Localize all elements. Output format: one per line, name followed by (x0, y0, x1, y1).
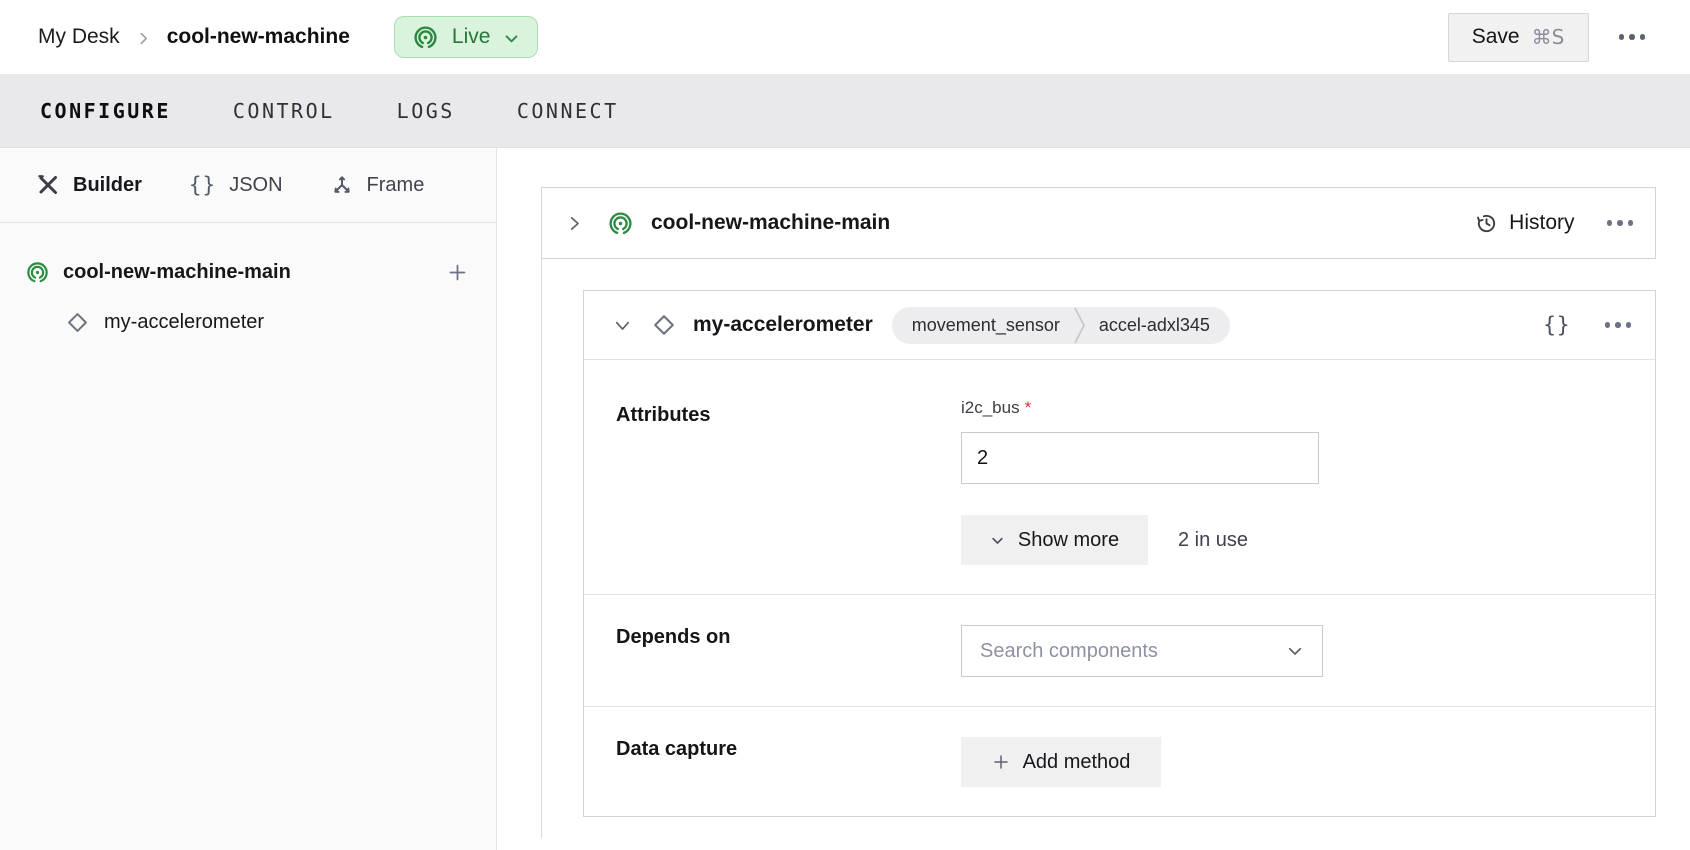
attributes-section: Attributes i2c_bus* Show more 2 in use (584, 359, 1655, 594)
configure-sidebar: Builder {} JSON Frame (0, 148, 497, 850)
component-type-model-tag: movement_sensor accel-adxl345 (892, 307, 1230, 344)
tree-item-label: my-accelerometer (104, 311, 264, 334)
chevron-down-icon (503, 30, 520, 47)
add-component-button[interactable] (447, 262, 468, 283)
required-marker: * (1025, 398, 1032, 417)
breadcrumb-parent-link[interactable]: My Desk (38, 25, 120, 49)
chevron-down-icon (1286, 642, 1304, 660)
component-card: my-accelerometer movement_sensor accel-a… (583, 290, 1656, 817)
component-menu-button[interactable] (1605, 322, 1632, 328)
breadcrumb-current: cool-new-machine (167, 25, 350, 49)
machine-tab-bar: CONFIGURE CONTROL LOGS CONNECT (0, 74, 1690, 148)
component-name: my-accelerometer (693, 313, 873, 337)
tab-connect[interactable]: CONNECT (517, 99, 619, 123)
chevron-down-icon (990, 533, 1005, 548)
configure-main-panel: cool-new-machine-main History my-acceler… (497, 148, 1690, 850)
mode-json[interactable]: {} JSON (189, 173, 283, 197)
tree-connector-line (541, 259, 542, 838)
part-card-title: cool-new-machine-main (651, 211, 890, 235)
i2c-bus-input[interactable] (961, 432, 1319, 484)
frame-axes-icon (330, 173, 354, 197)
data-capture-section: Data capture Add method (584, 706, 1655, 816)
component-model-tag: accel-adxl345 (1086, 315, 1230, 336)
machine-part-card: cool-new-machine-main History (541, 187, 1656, 259)
breadcrumb: My Desk cool-new-machine (38, 25, 350, 49)
mode-builder-label: Builder (73, 174, 142, 197)
add-method-button[interactable]: Add method (961, 737, 1161, 787)
component-tree: cool-new-machine-main my-accelerometer (0, 223, 496, 347)
collapse-component-chevron-icon[interactable] (614, 317, 631, 334)
machine-menu-button[interactable] (1619, 34, 1646, 40)
diamond-icon (66, 311, 89, 334)
tag-divider-chevron-icon (1073, 307, 1086, 344)
save-button-label: Save (1472, 25, 1520, 49)
component-card-header: my-accelerometer movement_sensor accel-a… (584, 291, 1655, 359)
machine-status-label: Live (452, 25, 491, 49)
tree-item-machine-part[interactable]: cool-new-machine-main (0, 247, 496, 297)
live-icon (25, 260, 50, 285)
component-type-tag: movement_sensor (892, 315, 1073, 336)
config-mode-switcher: Builder {} JSON Frame (0, 148, 496, 223)
attributes-in-use-count: 2 in use (1178, 529, 1248, 552)
mode-builder[interactable]: Builder (36, 173, 142, 197)
data-capture-section-label: Data capture (584, 707, 961, 816)
history-button[interactable]: History (1475, 211, 1574, 235)
breadcrumb-chevron-icon (137, 32, 150, 45)
tree-item-accelerometer[interactable]: my-accelerometer (0, 297, 496, 347)
depends-on-section-label: Depends on (584, 595, 961, 706)
tab-logs[interactable]: LOGS (397, 99, 455, 123)
history-clock-icon (1475, 212, 1498, 235)
part-menu-button[interactable] (1607, 220, 1634, 226)
braces-icon: {} (189, 173, 216, 197)
add-method-label: Add method (1023, 751, 1131, 774)
depends-on-section: Depends on Search components (584, 594, 1655, 706)
i2c-bus-field-label: i2c_bus* (961, 398, 1319, 418)
history-label: History (1509, 211, 1574, 235)
depends-on-placeholder: Search components (980, 640, 1158, 663)
tab-control[interactable]: CONTROL (233, 99, 335, 123)
attributes-section-label: Attributes (584, 360, 961, 594)
show-more-label: Show more (1018, 529, 1119, 552)
edit-json-button[interactable]: {} (1543, 313, 1570, 337)
tab-configure[interactable]: CONFIGURE (40, 99, 171, 123)
top-header: My Desk cool-new-machine Live Save ⌘S (0, 0, 1690, 74)
expand-part-chevron-icon[interactable] (566, 215, 583, 232)
depends-on-select[interactable]: Search components (961, 625, 1323, 677)
show-more-button[interactable]: Show more (961, 515, 1148, 565)
tree-item-label: cool-new-machine-main (63, 261, 291, 284)
save-shortcut-hint: ⌘S (1532, 25, 1565, 49)
live-icon (607, 210, 634, 237)
diamond-icon (652, 313, 676, 337)
mode-frame-label: Frame (367, 174, 425, 197)
machine-status-dropdown[interactable]: Live (394, 16, 539, 58)
live-icon (412, 24, 439, 51)
plus-icon (992, 753, 1010, 771)
mode-json-label: JSON (229, 174, 282, 197)
save-button[interactable]: Save ⌘S (1448, 13, 1589, 62)
mode-frame[interactable]: Frame (330, 173, 425, 197)
crossed-tools-icon (36, 173, 60, 197)
